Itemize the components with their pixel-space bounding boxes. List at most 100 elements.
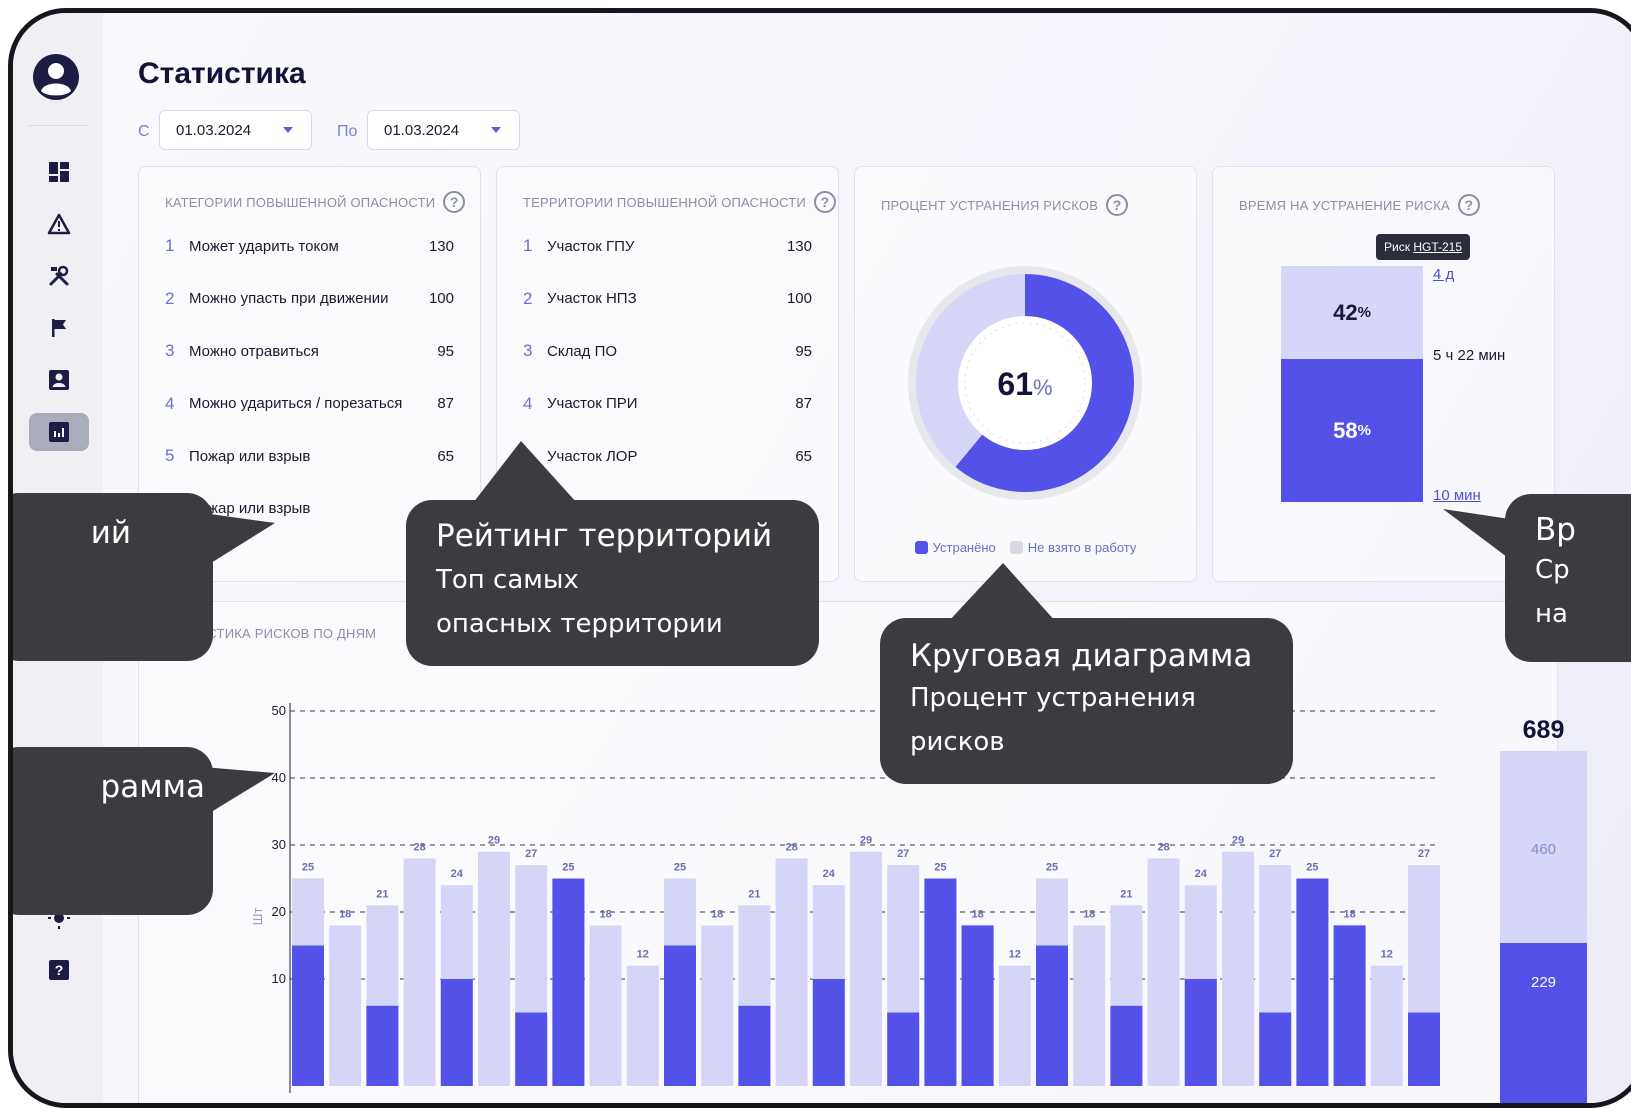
category-row-count: 130 <box>428 237 454 255</box>
percent-title: ПРОЦЕНТ УСТРАНЕНИЯ РИСКОВ <box>881 197 1099 213</box>
bar-resolved <box>924 878 957 1086</box>
category-row-num: 5 <box>165 446 175 465</box>
avatar-icon[interactable] <box>32 53 80 101</box>
bar-value-label: 25 <box>562 862 574 874</box>
territory-row[interactable]: 3 Склад ПО 95 <box>523 339 812 363</box>
sidebar-item-help[interactable]: ? <box>29 951 89 989</box>
callout-pie: Круговая диаграмма Процент устранения ри… <box>880 618 1293 784</box>
bar-not-taken <box>478 851 510 1086</box>
category-row-count: 100 <box>428 290 454 307</box>
bar-value-label: 18 <box>1343 908 1355 920</box>
category-row[interactable]: 1 Может ударить током 130 <box>165 234 454 258</box>
bar-resolved <box>1296 878 1329 1086</box>
bar-value-label: 21 <box>748 888 760 900</box>
sidebar-item-tools[interactable] <box>29 257 89 295</box>
help-icon[interactable]: ? <box>1106 194 1129 216</box>
help-icon[interactable]: ? <box>1457 194 1480 216</box>
category-row[interactable]: 2 Можно упасть при движении 100 <box>165 287 454 311</box>
bar-not-taken <box>1147 858 1180 1086</box>
bar-resolved <box>1259 1012 1292 1086</box>
bar-resolved <box>887 1012 920 1086</box>
bar-resolved <box>738 1005 771 1086</box>
bar-value-label: 18 <box>711 908 723 920</box>
bar-value-label: 12 <box>1381 949 1393 961</box>
bar-value-label: 28 <box>413 841 425 853</box>
sidebar-item-statistics[interactable] <box>29 413 89 451</box>
sidebar-item-risks[interactable] <box>29 205 89 243</box>
date-to-picker[interactable]: 01.03.2024 <box>367 110 520 150</box>
help-icon[interactable]: ? <box>813 191 836 213</box>
bar-value-label: 25 <box>1306 862 1318 874</box>
summary-not-taken-label: 460 <box>1531 841 1556 858</box>
risk-tooltip-link[interactable]: HGT-215 <box>1413 240 1462 254</box>
help-icon[interactable]: ? <box>443 191 466 213</box>
sidebar-item-employees[interactable] <box>29 361 89 399</box>
category-row[interactable]: 3 Можно отравиться 95 <box>165 339 454 363</box>
bar-value-label: 24 <box>451 868 464 880</box>
callout-territories-pointer <box>473 441 577 503</box>
daily-bar-chart: 1020304050Шт2518212824292725181225182128… <box>250 703 1587 1103</box>
warning-icon <box>47 213 71 235</box>
bar-value-label: 24 <box>1195 868 1208 880</box>
y-tick-label: 30 <box>272 837 286 852</box>
category-row-num: 3 <box>165 341 175 360</box>
date-from-picker[interactable]: 01.03.2024 <box>159 110 312 150</box>
date-from-value: 01.03.2024 <box>176 121 252 139</box>
y-axis-label: Шт <box>250 907 265 925</box>
territory-row[interactable]: 2 Участок НПЗ 100 <box>523 287 812 311</box>
categories-title: КАТЕГОРИИ ПОВЫШЕННОЙ ОПАСНОСТИ <box>165 194 436 210</box>
bar-resolved <box>515 1012 548 1086</box>
legend-not-taken: Не взято в работу <box>1009 540 1136 555</box>
territory-row-name: Склад ПО <box>547 342 618 360</box>
bar-not-taken <box>998 965 1031 1086</box>
category-row-name: Пожар или взрыв <box>189 447 311 465</box>
bar-value-label: 28 <box>785 841 797 853</box>
territory-row-num: 4 <box>523 393 533 413</box>
bar-value-label: 18 <box>599 908 611 920</box>
category-row-num: 1 <box>165 236 175 255</box>
bar-value-label: 12 <box>1009 949 1021 961</box>
time-min-link[interactable]: 10 мин <box>1433 487 1481 504</box>
bar-resolved <box>1110 1005 1143 1086</box>
territory-row-name: Участок ПРИ <box>547 395 638 412</box>
summary-total: 689 <box>1523 716 1565 744</box>
y-tick-label: 20 <box>272 904 286 919</box>
bar-not-taken <box>1370 965 1403 1086</box>
bar-resolved <box>552 878 585 1086</box>
help-icon: ? <box>49 960 69 980</box>
percent-card: ПРОЦЕНТ УСТРАНЕНИЯ РИСКОВ? 61% Устранёно… <box>854 166 1197 582</box>
bar-not-taken <box>589 925 622 1086</box>
category-row[interactable]: 5 Пожар или взрыв 65 <box>165 444 454 468</box>
territory-row-count: 100 <box>786 290 812 307</box>
bar-value-label: 18 <box>971 908 983 920</box>
date-to-value: 01.03.2024 <box>384 121 460 139</box>
bar-value-label: 29 <box>860 835 872 847</box>
bar-not-taken <box>1073 925 1106 1086</box>
bar-not-taken <box>850 851 882 1086</box>
bar-value-label: 21 <box>1120 888 1132 900</box>
date-to-label: По <box>337 123 358 140</box>
percent-unit: % <box>1033 375 1053 400</box>
bar-not-taken <box>329 925 362 1086</box>
category-row-name: Можно удариться / порезаться <box>189 395 403 412</box>
category-row-count: 87 <box>437 395 454 412</box>
category-row-name: Может ударить током <box>189 237 339 255</box>
bar-not-taken <box>403 858 436 1086</box>
territory-row-count: 130 <box>786 237 812 255</box>
sidebar-item-dashboard[interactable] <box>29 153 89 191</box>
territories-title: ТЕРРИТОРИИ ПОВЫШЕННОЙ ОПАСНОСТИ <box>523 194 806 210</box>
time-max-link[interactable]: 4 д <box>1433 266 1454 283</box>
bar-resolved <box>366 1005 399 1086</box>
bar-value-label: 24 <box>823 868 836 880</box>
callout-time: Вр Ср на <box>1505 494 1631 662</box>
territory-row[interactable]: 4 Участок ПРИ 87 <box>523 392 812 416</box>
territory-row-num: 2 <box>523 288 533 308</box>
sidebar-item-flags[interactable] <box>29 309 89 347</box>
territory-row[interactable]: 1 Участок ГПУ 130 <box>523 234 812 258</box>
bar-value-label: 21 <box>376 888 388 900</box>
category-row[interactable]: 4 Можно удариться / порезаться 87 <box>165 392 454 416</box>
svg-text:?: ? <box>55 962 64 978</box>
main-content: Статистика С 01.03.2024 По 01.03.2024 КА… <box>13 13 1631 1103</box>
chevron-down-icon <box>491 127 501 133</box>
bar-resolved <box>1408 1012 1440 1086</box>
